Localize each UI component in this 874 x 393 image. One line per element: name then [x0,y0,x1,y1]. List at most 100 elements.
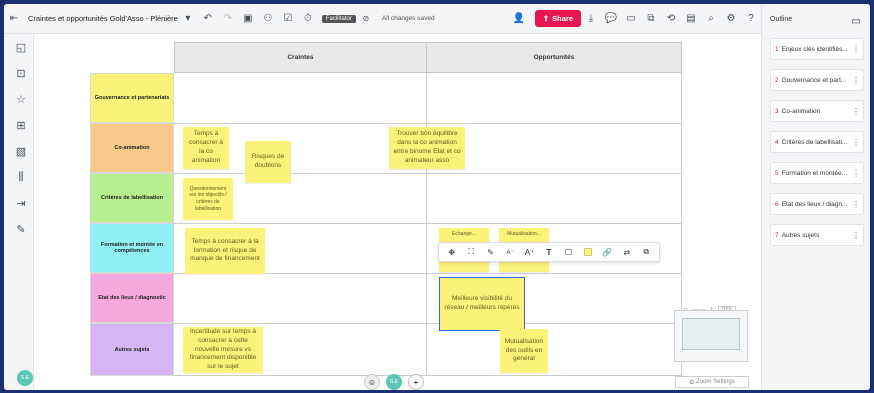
row-label-gouvernance: Gouvernance et partenariats [90,73,174,123]
row-label-autres-sujets: Autres sujets [90,323,174,376]
sticky-note[interactable]: Temps à consacrer à la co animation [183,127,229,169]
outline-item-label: Co-animation [781,107,821,115]
outline-item-4[interactable]: 4 Critères de labellisati... ⋮ [770,131,864,153]
outline-item-label: Autres sujets [781,231,820,239]
outline-item-5[interactable]: 5 Formation et montée... ⋮ [770,162,864,184]
document-title[interactable]: Craintes et opportunités Gold'Asso - Plé… [28,14,178,23]
outline-item-num: 4 [775,138,779,146]
color-picker-icon[interactable] [581,245,595,259]
edit-icon[interactable]: ✎ [484,245,498,259]
help-icon[interactable]: ? [744,12,758,26]
import-icon[interactable]: ⇥ [14,196,28,210]
border-icon[interactable]: ☐ [561,245,575,259]
more-options-icon[interactable]: ⧉ [639,245,653,259]
sticky-format-toolbar: ✥ ⛶ ✎ A⁻ A⁺ T ☐ 🔗 ⇄ ⧉ [438,242,660,262]
add-user-icon[interactable]: 👤 [512,12,526,26]
add-participant-icon[interactable]: + [408,374,424,390]
save-status: All changes saved [381,15,435,22]
emoji-icon[interactable]: ☺ [364,374,380,390]
outline-item-7[interactable]: 7 Autres sujets ⋮ [770,224,864,246]
chevron-down-icon[interactable]: ▾ [181,12,195,26]
outline-item-label: Formation et montée... [781,169,848,177]
outline-item-num: 3 [775,107,779,115]
sticky-note[interactable]: Mutualisation des outils en général [500,329,548,373]
collapse-sidebar-icon[interactable]: ⇤ [7,12,21,26]
sticky-note[interactable]: Trouver bon équilibre dans la co animati… [389,127,465,169]
row-label-criteres: Critères de labellisation [90,173,174,223]
minimap-viewport[interactable] [682,318,740,350]
outline-item-3[interactable]: 3 Co-animation ⋮ [770,100,864,122]
timer-icon[interactable]: ⏱ [301,12,315,26]
outline-item-num: 6 [775,200,779,208]
undo-icon[interactable]: ↶ [201,12,215,26]
outline-item-label: Gouvernance et part... [781,76,847,84]
chat-icon[interactable]: ▭ [624,12,638,26]
sticky-note-selected[interactable]: Meilleure visibilité du réseau / meilleu… [439,277,525,331]
zoom-settings-label: Zoom Settings [696,379,735,385]
upload-icon: ⇪ [542,14,550,23]
outline-item-label: Enjeux clés identifiés... [781,45,848,53]
search-icon[interactable]: ⌕ [704,12,718,26]
library-icon[interactable]: ⫼ [14,170,28,184]
image-icon[interactable]: ⊡ [14,66,28,80]
grid-line [174,223,682,224]
sticky-note[interactable]: Incertitude sur temps à consacrer à cett… [183,327,263,373]
row-label-etat-des-lieux: Etat des lieux / diagnostic [90,273,174,323]
outline-item-6[interactable]: 6 Etat des lieux / diagn... ⋮ [770,193,864,215]
history-icon[interactable]: ⟲ [664,12,678,26]
outline-item-2[interactable]: 2 Gouvernance et part... ⋮ [770,69,864,91]
more-icon[interactable]: ⋮ [852,200,860,209]
more-icon[interactable]: ⋮ [852,107,860,116]
saved-check-icon: ⊘ [362,14,370,23]
sticky-note[interactable]: Questionnement sur les objectifs / critè… [183,178,233,220]
whiteboard-canvas[interactable]: Craintes Opportunités Gouvernance et par… [34,34,761,390]
outline-item-num: 7 [775,231,779,239]
share-button[interactable]: ⇪ Share [534,10,581,27]
outline-item-label: Critères de labellisati... [781,138,848,146]
app-window: ⇤ Craintes et opportunités Gold'Asso - P… [4,4,870,390]
outline-title: Outline [770,16,793,23]
outline-item-num: 1 [775,45,779,53]
outline-item-1[interactable]: 1 Enjeux clés identifiés... ⋮ [770,38,864,60]
comments-icon[interactable]: 💬 [604,12,618,26]
sticky-note-icon[interactable]: ◱ [14,40,28,54]
minimap[interactable] [674,310,748,362]
download-icon[interactable]: ⤓ [584,12,598,26]
outline-item-num: 2 [775,76,779,84]
redo-icon[interactable]: ↷ [221,12,235,26]
share-group-icon[interactable]: ⚇ [261,12,275,26]
star-icon[interactable]: ☆ [14,92,28,106]
grid-line [174,323,682,324]
fit-icon[interactable]: ⛶ [464,245,478,259]
templates-icon[interactable]: ⧉ [644,12,658,26]
text-style-icon[interactable]: T [542,245,556,259]
user-avatar[interactable]: S.E [17,370,33,386]
sticky-note[interactable]: Temps à consacrer à la formation et risq… [185,228,265,274]
notes-icon[interactable]: ▤ [684,12,698,26]
matrix-board: Craintes Opportunités Gouvernance et par… [90,42,682,376]
pen-icon[interactable]: ✎ [14,222,28,236]
grid-icon[interactable]: ⊞ [14,118,28,132]
font-decrease-icon[interactable]: A⁻ [503,245,517,259]
picture-icon[interactable]: ▧ [14,144,28,158]
font-increase-icon[interactable]: A⁺ [523,245,537,259]
frame-icon[interactable]: ▣ [241,12,255,26]
link-icon[interactable]: 🔗 [600,245,614,259]
move-icon[interactable]: ✥ [445,245,459,259]
facilitator-badge: Facilitator [321,14,356,23]
more-icon[interactable]: ⋮ [852,76,860,85]
user-avatar-bottom[interactable]: S.E [386,374,402,390]
settings-icon[interactable]: ⚙ [724,12,738,26]
more-icon[interactable]: ⋮ [852,169,860,178]
column-header-opportunites: Opportunités [426,42,682,73]
present-icon[interactable]: ▭ [849,14,863,28]
left-tool-sidebar: ◱ ⊡ ☆ ⊞ ▧ ⫼ ⇥ ✎ S.E [4,34,34,390]
more-icon[interactable]: ⋮ [852,138,860,147]
outline-item-num: 5 [775,169,779,177]
arrange-icon[interactable]: ⇄ [620,245,634,259]
sticky-note[interactable]: Risques de doublons [245,141,291,183]
more-icon[interactable]: ⋮ [852,231,860,240]
zoom-settings-button[interactable]: ⚙ Zoom Settings [675,376,749,388]
more-icon[interactable]: ⋮ [852,45,860,54]
checklist-icon[interactable]: ☑ [281,12,295,26]
